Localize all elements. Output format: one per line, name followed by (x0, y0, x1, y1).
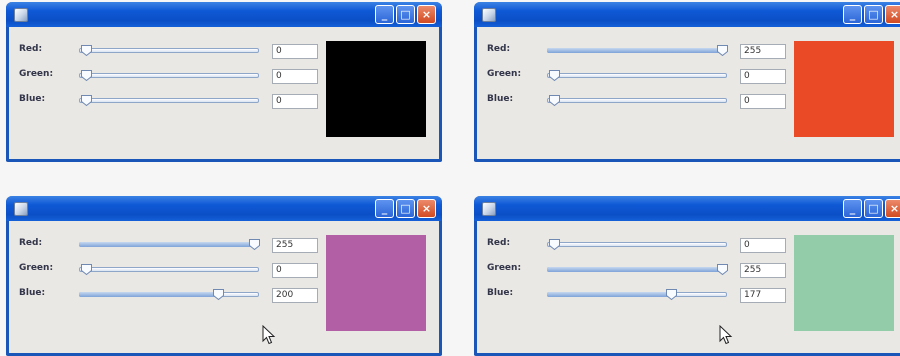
color-swatch (326, 235, 426, 331)
red-slider-fill (547, 48, 721, 53)
red-field[interactable]: 0 (740, 238, 786, 253)
minimize-button[interactable]: _ (375, 199, 394, 218)
green-slider-thumb[interactable] (716, 263, 729, 276)
color-chooser-window-2: _ □ × Red: Green: Blue: 255 0 0 (474, 2, 900, 162)
red-slider[interactable] (79, 45, 259, 57)
title-bar[interactable]: _ □ × (6, 196, 442, 221)
blue-field[interactable]: 177 (740, 288, 786, 303)
green-slider[interactable] (79, 264, 259, 276)
green-field[interactable]: 0 (272, 263, 318, 278)
green-slider-thumb[interactable] (80, 69, 93, 82)
green-label: Green: (19, 263, 54, 273)
color-swatch (794, 235, 894, 331)
mouse-pointer-icon (262, 324, 276, 345)
green-slider[interactable] (547, 264, 728, 276)
red-slider-thumb[interactable] (248, 238, 261, 251)
close-button[interactable]: × (885, 199, 900, 218)
blue-slider-fill (79, 292, 217, 297)
green-slider[interactable] (547, 70, 727, 82)
maximize-button[interactable]: □ (864, 199, 883, 218)
color-swatch (794, 41, 894, 137)
red-field[interactable]: 255 (740, 44, 786, 59)
blue-slider-thumb[interactable] (80, 94, 93, 107)
mouse-pointer-icon (719, 324, 733, 345)
java-app-icon (482, 202, 496, 216)
red-label: Red: (487, 238, 511, 248)
green-field[interactable]: 255 (740, 263, 786, 278)
blue-slider-thumb[interactable] (212, 288, 225, 301)
java-app-icon (14, 8, 28, 22)
green-label: Green: (487, 69, 522, 79)
close-button[interactable]: × (417, 199, 436, 218)
blue-slider-thumb[interactable] (665, 288, 678, 301)
blue-slider[interactable] (547, 289, 727, 301)
minimize-button[interactable]: _ (843, 199, 862, 218)
color-chooser-window-3: _ □ × Red: Green: Blue: 255 0 200 (6, 196, 442, 356)
maximize-button[interactable]: □ (396, 199, 415, 218)
green-slider-fill (547, 267, 721, 272)
maximize-button[interactable]: □ (864, 5, 883, 24)
blue-label: Blue: (19, 288, 46, 298)
minimize-button[interactable]: _ (843, 5, 862, 24)
red-slider-thumb[interactable] (80, 44, 93, 57)
red-label: Red: (19, 238, 43, 248)
blue-field[interactable]: 200 (272, 288, 318, 303)
close-button[interactable]: × (417, 5, 436, 24)
red-label: Red: (487, 44, 511, 54)
green-field[interactable]: 0 (740, 69, 786, 84)
blue-slider[interactable] (79, 289, 259, 301)
title-bar[interactable]: _ □ × (474, 2, 900, 27)
minimize-button[interactable]: _ (375, 5, 394, 24)
red-slider[interactable] (547, 239, 727, 251)
blue-label: Blue: (487, 288, 514, 298)
green-field[interactable]: 0 (272, 69, 318, 84)
red-field[interactable]: 255 (272, 238, 318, 253)
close-button[interactable]: × (885, 5, 900, 24)
java-app-icon (14, 202, 28, 216)
title-bar[interactable]: _ □ × (6, 2, 442, 27)
red-slider[interactable] (79, 239, 260, 251)
red-slider-fill (79, 242, 253, 247)
java-app-icon (482, 8, 496, 22)
green-slider-thumb[interactable] (80, 263, 93, 276)
color-chooser-window-1: _ □ × Red: Green: Blue: 0 0 0 (6, 2, 442, 162)
blue-label: Blue: (487, 94, 514, 104)
title-bar[interactable]: _ □ × (474, 196, 900, 221)
red-slider[interactable] (547, 45, 728, 57)
blue-slider-fill (547, 292, 670, 297)
blue-slider[interactable] (547, 95, 727, 107)
blue-label: Blue: (19, 94, 46, 104)
red-field[interactable]: 0 (272, 44, 318, 59)
green-label: Green: (487, 263, 522, 273)
color-chooser-window-4: _ □ × Red: Green: Blue: 0 255 177 (474, 196, 900, 356)
blue-slider[interactable] (79, 95, 259, 107)
color-swatch (326, 41, 426, 137)
green-slider-thumb[interactable] (548, 69, 561, 82)
green-slider[interactable] (79, 70, 259, 82)
maximize-button[interactable]: □ (396, 5, 415, 24)
red-slider-thumb[interactable] (716, 44, 729, 57)
green-label: Green: (19, 69, 54, 79)
red-label: Red: (19, 44, 43, 54)
blue-slider-thumb[interactable] (548, 94, 561, 107)
blue-field[interactable]: 0 (740, 94, 786, 109)
red-slider-thumb[interactable] (548, 238, 561, 251)
blue-field[interactable]: 0 (272, 94, 318, 109)
